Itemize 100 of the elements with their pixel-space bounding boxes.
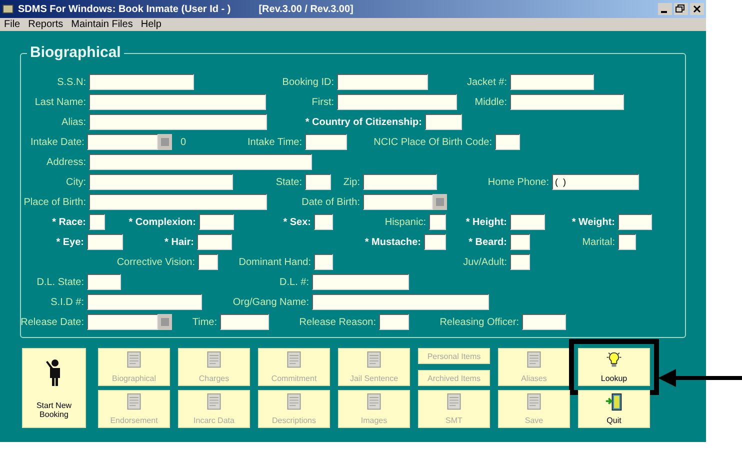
field-label: Corrective Vision: xyxy=(116,256,195,268)
form-icon xyxy=(525,393,543,411)
menu-item[interactable]: Help xyxy=(140,19,162,30)
exit-door-icon xyxy=(605,393,623,411)
input-field[interactable] xyxy=(87,134,158,150)
close-button[interactable] xyxy=(690,3,704,15)
input-field[interactable] xyxy=(510,254,530,270)
input-field[interactable] xyxy=(89,174,233,190)
input-field[interactable] xyxy=(510,94,624,110)
input-field[interactable] xyxy=(510,74,594,90)
field-label: Last Name: xyxy=(34,96,86,108)
form-icon xyxy=(365,351,383,369)
field-label: * Complexion: xyxy=(128,216,196,228)
field-label: D.L. #: xyxy=(280,276,309,288)
minimize-button[interactable] xyxy=(658,3,672,15)
field-label: Place of Birth: xyxy=(24,196,86,208)
field-label: * Mustache: xyxy=(364,236,421,248)
input-field[interactable] xyxy=(618,214,652,230)
form-icon xyxy=(525,351,543,369)
field-label: First: xyxy=(312,96,334,108)
form-icon xyxy=(205,351,223,369)
field-label: S.I.D #: xyxy=(50,296,84,308)
form-icon xyxy=(365,393,383,411)
input-field[interactable] xyxy=(87,294,202,310)
field-label: Booking ID: xyxy=(282,76,334,88)
field-label: * Weight: xyxy=(572,216,615,228)
input-field[interactable] xyxy=(379,314,409,330)
field-label: 0 xyxy=(180,136,186,148)
field-label: Releasing Officer: xyxy=(440,316,519,328)
input-field[interactable] xyxy=(425,114,462,130)
field-label: Alias: xyxy=(62,116,86,128)
app-icon xyxy=(2,3,14,15)
field-label: Time: xyxy=(192,316,217,328)
field-label: Dominant Hand: xyxy=(238,256,311,268)
field-label: Release Reason: xyxy=(299,316,376,328)
input-field[interactable] xyxy=(87,314,158,330)
input-field[interactable] xyxy=(424,234,446,250)
field-label: * Hair: xyxy=(164,236,194,248)
field-label: Address: xyxy=(46,156,86,168)
input-field[interactable] xyxy=(337,74,428,90)
input-field[interactable] xyxy=(89,74,194,90)
start-new-booking-button[interactable]: Start New Booking xyxy=(22,348,86,428)
input-field[interactable] xyxy=(197,234,232,250)
field-label: * Sex: xyxy=(283,216,311,228)
input-field[interactable] xyxy=(522,314,566,330)
field-label: NCIC Place Of Birth Code: xyxy=(374,136,492,148)
input-field[interactable] xyxy=(220,314,269,330)
form-icon xyxy=(445,393,463,411)
input-field[interactable] xyxy=(89,214,105,230)
input-field[interactable] xyxy=(89,154,312,170)
field-label: * Eye: xyxy=(56,236,84,248)
form-icon xyxy=(125,351,143,369)
field-label: * Beard: xyxy=(468,236,507,248)
input-field[interactable] xyxy=(199,214,234,230)
input-field[interactable] xyxy=(312,274,409,290)
field-label: State: xyxy=(276,176,302,188)
field-label: S.S.N: xyxy=(57,76,86,88)
field-label: Intake Time: xyxy=(248,136,302,148)
input-field[interactable] xyxy=(198,254,218,270)
version-label: [Rev.3.00 / Rev.3.00] xyxy=(258,4,354,14)
field-label: D.L. State: xyxy=(36,276,84,288)
window-title: SDMS For Windows: Book Inmate (User Id - ) xyxy=(18,4,231,14)
field-label: * Country of Citizenship: xyxy=(305,116,422,128)
input-field[interactable] xyxy=(337,94,457,110)
input-field[interactable] xyxy=(305,174,331,190)
input-field[interactable] xyxy=(363,194,433,210)
input-field[interactable] xyxy=(429,214,446,230)
input-field[interactable] xyxy=(89,94,266,110)
calendar-button[interactable] xyxy=(158,134,172,150)
menu-item[interactable]: Reports xyxy=(28,19,64,30)
input-field[interactable] xyxy=(363,174,437,190)
section-title: Biographical xyxy=(27,44,124,62)
field-label: Home Phone: xyxy=(488,176,549,188)
form-icon xyxy=(205,393,223,411)
menu-item[interactable]: Maintain Files xyxy=(71,19,133,30)
form-icon xyxy=(285,351,303,369)
input-field[interactable] xyxy=(89,114,267,130)
input-field[interactable] xyxy=(495,134,520,150)
field-label: Date of Birth: xyxy=(302,196,360,208)
field-label: City: xyxy=(66,176,86,188)
lightbulb-icon xyxy=(605,351,623,369)
field-label: Marital: xyxy=(582,236,615,248)
input-field[interactable] xyxy=(510,234,530,250)
input-field[interactable] xyxy=(510,214,545,230)
field-label: * Race: xyxy=(52,216,86,228)
toolbar-button[interactable]: Quit xyxy=(578,390,650,428)
menu-item[interactable]: File xyxy=(4,19,20,30)
form-icon xyxy=(125,393,143,411)
input-field[interactable] xyxy=(305,134,347,150)
input-field[interactable] xyxy=(87,234,123,250)
input-field[interactable] xyxy=(87,274,121,290)
maximize-button[interactable] xyxy=(674,3,688,15)
input-field[interactable] xyxy=(314,214,333,230)
input-field[interactable] xyxy=(314,254,333,270)
form-icon xyxy=(285,393,303,411)
field-label: Intake Date: xyxy=(30,136,84,148)
input-field[interactable] xyxy=(89,194,267,210)
input-field[interactable]: ( ) xyxy=(552,174,639,190)
input-field[interactable] xyxy=(618,234,636,250)
input-field[interactable] xyxy=(312,294,489,310)
